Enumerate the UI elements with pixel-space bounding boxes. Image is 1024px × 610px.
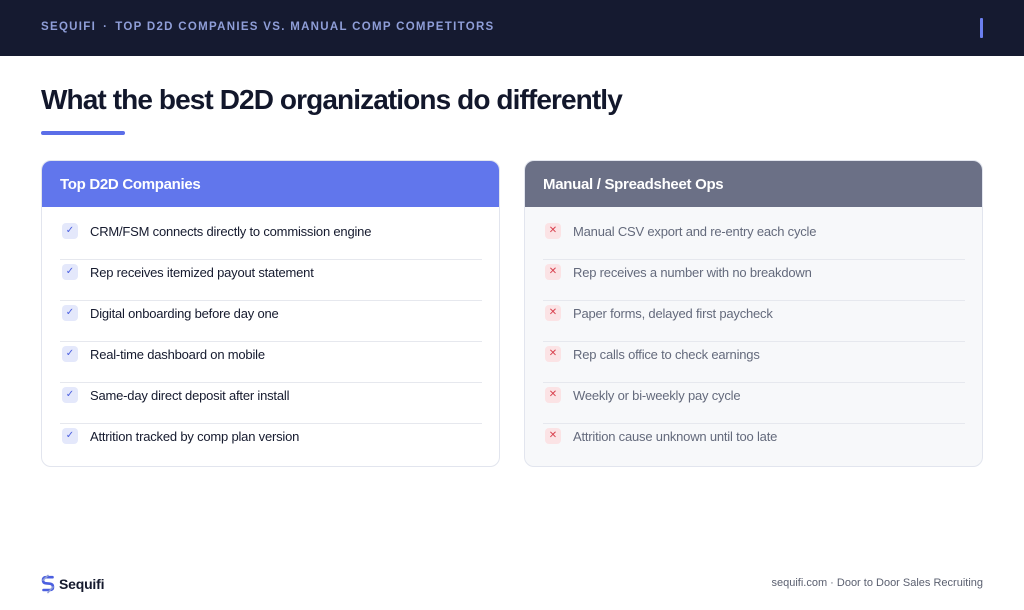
list-item: ✕ Attrition cause unknown until too late <box>543 424 965 465</box>
list-item-text: Attrition cause unknown until too late <box>573 429 778 444</box>
check-icon: ✓ <box>62 223 78 239</box>
list-item: ✕ Rep receives a number with no breakdown <box>543 260 965 301</box>
top-companies-card: Top D2D Companies ✓ CRM/FSM connects dire… <box>41 160 500 467</box>
top-companies-list: ✓ CRM/FSM connects directly to commission… <box>60 219 482 465</box>
cross-icon: ✕ <box>545 428 561 444</box>
list-item-text: Digital onboarding before day one <box>90 306 279 321</box>
list-item: ✕ Paper forms, delayed first paycheck <box>543 301 965 342</box>
cross-icon: ✕ <box>545 223 561 239</box>
header-subtitle: TOP D2D COMPANIES VS. MANUAL COMP COMPET… <box>115 21 495 33</box>
check-icon: ✓ <box>62 346 78 362</box>
top-bar: SEQUIFI · TOP D2D COMPANIES VS. MANUAL COM… <box>0 0 1024 56</box>
footer-site-text: sequifi.com · Door to Door Sales Recruit… <box>771 577 983 589</box>
list-item: ✓ Real-time dashboard on mobile <box>60 342 482 383</box>
cross-icon: ✕ <box>545 387 561 403</box>
list-item-text: Attrition tracked by comp plan version <box>90 429 300 444</box>
list-item-text: Rep calls office to check earnings <box>573 347 760 362</box>
list-item: ✓ Rep receives itemized payout statement <box>60 260 482 301</box>
check-icon: ✓ <box>62 428 78 444</box>
footer-logo: Sequifi <box>41 574 104 594</box>
header-separator: · <box>103 21 109 33</box>
list-item-text: Rep receives a number with no breakdown <box>573 265 812 280</box>
header-breadcrumb: SEQUIFI · TOP D2D COMPANIES VS. MANUAL COM… <box>41 21 495 33</box>
list-item-text: Weekly or bi-weekly pay cycle <box>573 388 741 403</box>
check-icon: ✓ <box>62 264 78 280</box>
list-item: ✕ Weekly or bi-weekly pay cycle <box>543 383 965 424</box>
card-header-top-companies: Top D2D Companies <box>42 161 499 207</box>
title-underline <box>41 131 125 135</box>
footer-logo-text: Sequifi <box>59 576 105 592</box>
list-item-text: Real-time dashboard on mobile <box>90 347 265 362</box>
manual-ops-card: Manual / Spreadsheet Ops ✕ Manual CSV exp… <box>524 160 983 467</box>
manual-ops-list: ✕ Manual CSV export and re-entry each cyc… <box>543 219 965 465</box>
list-item: ✕ Rep calls office to check earnings <box>543 342 965 383</box>
card-header-manual-ops: Manual / Spreadsheet Ops <box>525 161 982 207</box>
list-item-text: CRM/FSM connects directly to commission … <box>90 224 372 239</box>
page-title: What the best D2D organizations do diffe… <box>41 84 623 115</box>
cross-icon: ✕ <box>545 305 561 321</box>
slide-marker <box>980 18 983 38</box>
list-item-text: Rep receives itemized payout statement <box>90 265 314 280</box>
check-icon: ✓ <box>62 305 78 321</box>
list-item: ✓ Digital onboarding before day one <box>60 301 482 342</box>
list-item-text: Manual CSV export and re-entry each cycl… <box>573 224 817 239</box>
list-item: ✓ CRM/FSM connects directly to commission… <box>60 219 482 260</box>
list-item: ✓ Same-day direct deposit after install <box>60 383 482 424</box>
sequifi-logo-icon <box>41 574 55 594</box>
cross-icon: ✕ <box>545 264 561 280</box>
check-icon: ✓ <box>62 387 78 403</box>
list-item: ✕ Manual CSV export and re-entry each cyc… <box>543 219 965 260</box>
list-item-text: Same-day direct deposit after install <box>90 388 290 403</box>
cross-icon: ✕ <box>545 346 561 362</box>
list-item: ✓ Attrition tracked by comp plan version <box>60 424 482 465</box>
header-brand: SEQUIFI <box>41 21 97 33</box>
list-item-text: Paper forms, delayed first paycheck <box>573 306 773 321</box>
